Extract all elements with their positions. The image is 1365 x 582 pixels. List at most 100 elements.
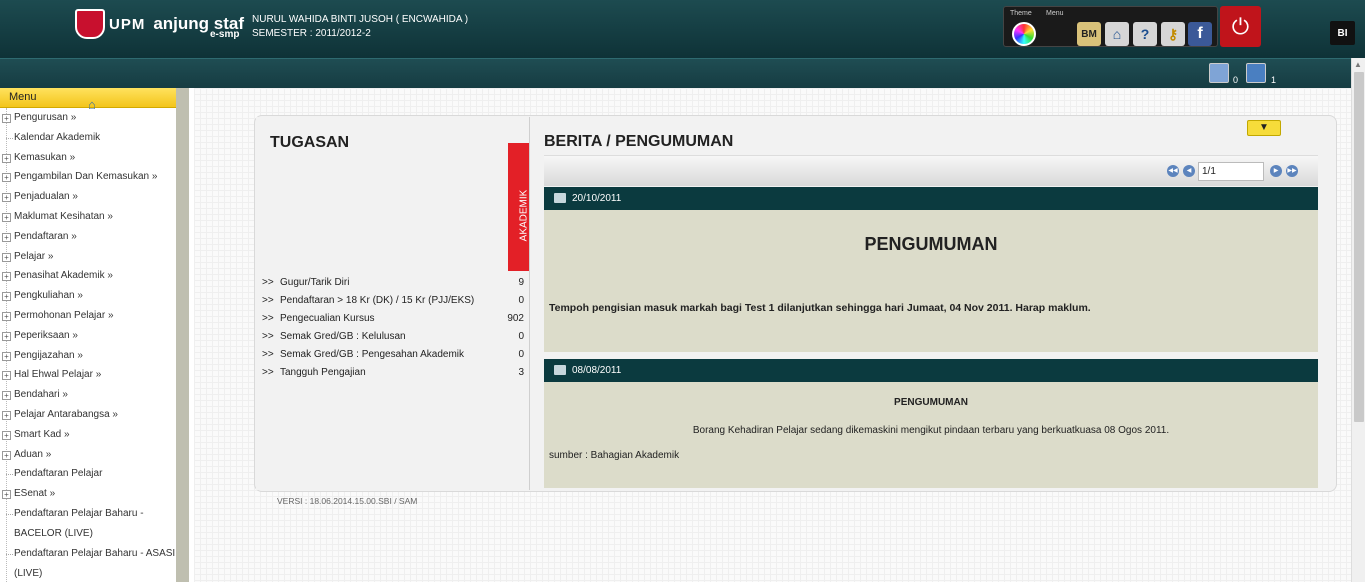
task-count: 3 <box>518 367 524 378</box>
expand-plus-icon[interactable]: + <box>2 371 11 381</box>
first-page-icon[interactable]: ◀◀ <box>1167 165 1179 177</box>
logo-sub-text: e-smp <box>210 29 240 40</box>
expand-plus-icon[interactable]: + <box>2 212 11 222</box>
menu-item[interactable]: + ESenat » <box>0 484 176 504</box>
menu-item[interactable]: + Pelajar Antarabangsa » <box>0 405 176 425</box>
expand-plus-icon[interactable]: + <box>2 114 11 123</box>
news-icon <box>554 193 566 203</box>
key-icon[interactable]: ⚷ <box>1161 22 1185 46</box>
menu-item[interactable]: + Penjadualan » <box>0 187 176 207</box>
page-number-input[interactable]: 1/1 <box>1198 162 1264 181</box>
scroll-up-icon[interactable]: ▲ <box>1354 60 1362 69</box>
menu-item[interactable]: + Peperiksaan » <box>0 326 176 346</box>
menu-list: + Pengurusan » Kalendar Akademik + Kemasukan… <box>0 108 176 582</box>
expand-plus-icon[interactable]: + <box>2 272 11 282</box>
menu-item[interactable]: + Maklumat Kesihatan » <box>0 207 176 227</box>
expand-plus-icon[interactable]: + <box>2 410 11 420</box>
menu-item[interactable]: + Pelajar » <box>0 247 176 267</box>
menu-item[interactable]: + Pengkuliahan » <box>0 286 176 306</box>
news-heading: PENGUMUMAN <box>894 397 968 408</box>
task-count: 0 <box>518 295 524 306</box>
last-page-icon[interactable]: ▶▶ <box>1286 165 1298 177</box>
expand-plus-icon[interactable]: + <box>2 490 11 500</box>
task-label[interactable]: Pengecualian Kursus <box>280 310 375 328</box>
expand-plus-icon[interactable]: + <box>2 351 11 361</box>
task-row[interactable]: >> Gugur/Tarik Diri 9 <box>262 274 524 292</box>
tree-branch-line <box>6 474 13 476</box>
news-text: Borang Kehadiran Pelajar sedang dikemask… <box>692 425 1170 436</box>
prev-page-icon[interactable]: ◀ <box>1183 165 1195 177</box>
menu-item[interactable]: + Permohonan Pelajar » <box>0 306 176 326</box>
task-count: 0 <box>518 331 524 342</box>
task-count: 9 <box>518 277 524 288</box>
expand-plus-icon[interactable]: + <box>2 391 11 401</box>
menu-item-label: Kalendar Akademik <box>14 131 101 143</box>
menu-item[interactable]: + Hal Ehwal Pelajar » <box>0 365 176 385</box>
menu-item[interactable]: + Smart Kad » <box>0 425 176 445</box>
task-arrow: >> <box>262 313 274 324</box>
task-label[interactable]: Gugur/Tarik Diri <box>280 274 349 292</box>
menu-item-label: Penjadualan » <box>14 191 78 203</box>
news-item-header: 20/10/2011 <box>544 187 1318 210</box>
news-date: 08/08/2011 <box>572 365 622 376</box>
page-scrollbar[interactable]: ▲ <box>1351 58 1365 582</box>
dashboard-panel: ▼ TUGASAN AKADEMIK >> Gugur/Tarik Diri 9 >>… <box>254 115 1337 492</box>
menu-item[interactable]: Pendaftaran Pelajar Baharu - BACELOR (LI… <box>0 504 176 544</box>
menu-item-label: ESenat » <box>14 488 56 500</box>
version-label: VERSI : 18.06.2014.15.00.SBI / SAM <box>277 496 418 506</box>
menu-item[interactable]: Kalendar Akademik <box>0 128 176 148</box>
expand-plus-icon[interactable]: + <box>2 292 11 302</box>
expand-plus-icon[interactable]: + <box>2 153 11 163</box>
desktop-computer-icon[interactable] <box>1246 63 1266 83</box>
expand-plus-icon[interactable]: + <box>2 232 11 242</box>
help-icon[interactable]: ? <box>1133 22 1157 46</box>
menu-scrollbar[interactable] <box>176 88 189 582</box>
next-page-icon[interactable]: ▶ <box>1270 165 1282 177</box>
expand-plus-icon[interactable]: + <box>2 311 11 321</box>
logo[interactable]: UPM anjung staf e-smp <box>75 9 244 40</box>
task-row[interactable]: >> Pengecualian Kursus 902 <box>262 310 524 328</box>
top-header: UPM anjung staf e-smp NURUL WAHIDA BINTI… <box>0 0 1365 58</box>
task-row[interactable]: >> Semak Gred/GB : Pengesahan Akademik 0 <box>262 346 524 364</box>
menu-label: Menu <box>1046 10 1064 17</box>
expand-plus-icon[interactable]: + <box>2 193 11 203</box>
task-label[interactable]: Pendaftaran > 18 Kr (DK) / 15 Kr (PJJ/EK… <box>280 292 474 310</box>
menu-item[interactable]: + Pengurusan » <box>0 108 176 128</box>
menu-item-label: Bendahari » <box>14 389 68 401</box>
expand-plus-icon[interactable]: + <box>2 252 11 262</box>
menu-item[interactable]: + Aduan » <box>0 445 176 465</box>
theme-color-icon[interactable] <box>1012 22 1036 46</box>
menu-item-label: Permohonan Pelajar » <box>14 309 114 321</box>
task-row[interactable]: >> Semak Gred/GB : Kelulusan 0 <box>262 328 524 346</box>
bm-language-button[interactable]: BM <box>1077 22 1101 46</box>
menu-item[interactable]: + Bendahari » <box>0 385 176 405</box>
logout-power-icon[interactable]: ⏻ <box>1220 6 1261 47</box>
bi-language-button[interactable]: BI <box>1330 21 1355 45</box>
menu-item-label: Pengambilan Dan Kemasukan » <box>14 171 158 183</box>
tree-branch-line <box>6 137 13 139</box>
menu-item[interactable]: + Pengijazahan » <box>0 346 176 366</box>
expand-plus-icon[interactable]: + <box>2 331 11 341</box>
menu-item[interactable]: + Pendaftaran » <box>0 227 176 247</box>
menu-item[interactable]: Pendaftaran Pelajar Baharu - ASASI (LIVE… <box>0 544 176 582</box>
task-row[interactable]: >> Pendaftaran > 18 Kr (DK) / 15 Kr (PJJ/… <box>262 292 524 310</box>
task-row[interactable]: >> Tangguh Pengajian 3 <box>262 364 524 382</box>
news-date: 20/10/2011 <box>572 193 622 204</box>
menu-item[interactable]: + Pengambilan Dan Kemasukan » <box>0 167 176 187</box>
menu-item[interactable]: + Kemasukan » <box>0 148 176 168</box>
facebook-icon[interactable]: f <box>1188 22 1212 46</box>
mobile-device-icon[interactable] <box>1209 63 1229 83</box>
expand-plus-icon[interactable]: + <box>2 173 11 183</box>
task-arrow: >> <box>262 349 274 360</box>
home-icon[interactable]: ⌂ <box>1105 22 1129 46</box>
expand-plus-icon[interactable]: + <box>2 450 11 460</box>
expand-plus-icon[interactable]: + <box>2 430 11 440</box>
task-label[interactable]: Tangguh Pengajian <box>280 364 366 382</box>
scrollbar-thumb[interactable] <box>1354 72 1364 422</box>
menu-item[interactable]: Pendaftaran Pelajar <box>0 464 176 484</box>
task-label[interactable]: Semak Gred/GB : Kelulusan <box>280 328 406 346</box>
menu-item[interactable]: + Penasihat Akademik » <box>0 266 176 286</box>
news-item-header: 08/08/2011 <box>544 359 1318 382</box>
task-label[interactable]: Semak Gred/GB : Pengesahan Akademik <box>280 346 464 364</box>
upm-crest-icon <box>75 9 105 39</box>
